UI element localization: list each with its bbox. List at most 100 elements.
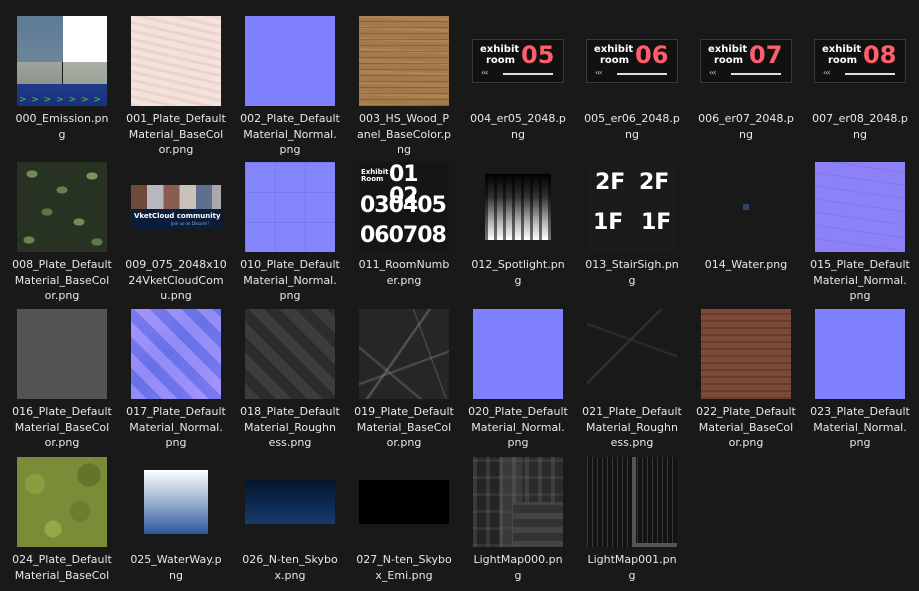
thumbnail [577,308,687,400]
thumbnail [7,161,117,253]
file-name-label: 015_Plate_Default Material_Normal. png [810,258,910,302]
exhibit-thumbnail: exhibit room 08 ‹‹‹ [814,39,906,83]
chevrons-icon: ‹‹‹ [709,68,717,77]
file-item[interactable]: 002_Plate_Default Material_Normal. png [235,10,345,156]
normal-thumbnail [245,16,335,106]
file-name-label: LightMap001.pn g [587,553,677,582]
file-item[interactable]: 022_Plate_Default Material_BaseCol or.pn… [691,303,801,449]
file-name-label: 018_Plate_Default Material_Roughn ess.pn… [240,405,340,449]
skybox-thumbnail [245,480,335,524]
thumbnail [7,456,117,548]
normal-wavy-thumbnail [815,162,905,252]
thumbnail [349,456,459,548]
floor-label: 2F [595,170,626,195]
chevrons-icon: ‹‹‹ [595,68,603,77]
file-item[interactable]: LightMap000.pn g [463,451,573,591]
exhibit-thumbnail: exhibit room 07 ‹‹‹ [700,39,792,83]
file-name-label: 002_Plate_Default Material_Normal. png [240,112,340,156]
thumbnail: Exhibit Room 01 02 030405 060708 [349,161,459,253]
file-name-label: 023_Plate_Default Material_Normal. png [810,405,910,449]
file-name-label: 009_075_2048x10 24VketCloudCom u.png [125,258,227,302]
thumbnail [235,456,345,548]
floor-label: 1F [641,210,672,235]
room-number: 05 [521,41,555,69]
file-name-label: 026_N-ten_Skybo x.png [242,553,338,582]
thumbnail [577,456,687,548]
room-word: room [714,55,744,66]
file-item[interactable]: 2F 2F 1F 1F 013_StairSigh.pn g [577,156,687,296]
file-name-label: 006_er07_2048.p ng [698,112,794,141]
file-item[interactable]: 018_Plate_Default Material_Roughn ess.pn… [235,303,345,449]
brownwood-thumbnail [701,309,791,399]
file-name-label: 013_StairSigh.pn g [585,258,679,287]
file-item[interactable]: 024_Plate_Default Material_BaseCol [7,451,117,591]
underline-bar [845,73,895,75]
file-name-label: 008_Plate_Default Material_BaseCol or.pn… [12,258,112,302]
underline-bar [617,73,667,75]
file-item[interactable]: LightMap001.pn g [577,451,687,591]
file-name-label: 022_Plate_Default Material_BaseCol or.pn… [696,405,796,449]
file-item[interactable]: exhibit room 07 ‹‹‹ 006_er07_2048.p ng [691,10,801,150]
normal-thumbnail [473,309,563,399]
thumbnail [349,15,459,107]
file-item[interactable]: > > > > > > > 000_Emission.pn g [7,10,117,150]
room-word: room [600,55,630,66]
moss-thumbnail [17,457,107,547]
chevrons-icon: ‹‹‹ [823,68,831,77]
file-item[interactable]: 015_Plate_Default Material_Normal. png [805,156,915,302]
room-row-3: 060708 [360,223,447,248]
thumbnail [7,308,117,400]
file-item[interactable]: exhibit room 05 ‹‹‹ 004_er05_2048.p ng [463,10,573,150]
file-item[interactable]: 012_Spotlight.pn g [463,156,573,296]
thumbnail [463,456,573,548]
file-item[interactable]: 021_Plate_Default Material_Roughn ess.pn… [577,303,687,449]
thumbnail [805,161,915,253]
room-number: 08 [863,41,897,69]
file-item[interactable]: VketCloud community Join us on Discord ! 0… [121,156,231,302]
file-item[interactable]: 020_Plate_Default Material_Normal. png [463,303,573,449]
thumbnail [691,161,801,253]
file-item[interactable]: 023_Plate_Default Material_Normal. png [805,303,915,449]
thumbnail: VketCloud community Join us on Discord ! [121,161,231,253]
skybox-emi-thumbnail [359,480,449,524]
thumbnail [349,308,459,400]
file-item[interactable]: exhibit room 08 ‹‹‹ 007_er08_2048.p ng [805,10,915,150]
thumbnail [121,456,231,548]
thumbnail [121,308,231,400]
floor-label: 2F [639,170,670,195]
file-item[interactable]: 014_Water.png [691,156,801,296]
file-item[interactable]: 008_Plate_Default Material_BaseCol or.pn… [7,156,117,302]
normal-grid-thumbnail [245,162,335,252]
file-name-label: 016_Plate_Default Material_BaseCol or.pn… [12,405,112,449]
file-item[interactable]: 010_Plate_Default Material_Normal. png [235,156,345,302]
file-item[interactable]: 019_Plate_Default Material_BaseCol or.pn… [349,303,459,449]
file-item[interactable]: 001_Plate_Default Material_BaseCol or.pn… [121,10,231,156]
rough-tiles-thumbnail [245,309,335,399]
file-name-label: 010_Plate_Default Material_Normal. png [240,258,340,302]
spot-thumbnail [485,174,551,240]
file-item[interactable]: 027_N-ten_Skybo x_Emi.png [349,451,459,591]
room-row-2: 030405 [360,193,447,218]
file-item[interactable]: 016_Plate_Default Material_BaseCol or.pn… [7,303,117,449]
thumbnail: 2F 2F 1F 1F [577,161,687,253]
waterway-thumbnail [144,470,208,534]
file-item[interactable]: 003_HS_Wood_P anel_BaseColor.p ng [349,10,459,156]
file-item[interactable]: 026_N-ten_Skybo x.png [235,451,345,591]
plaster-thumbnail [131,16,221,106]
file-name-label: 019_Plate_Default Material_BaseCol or.pn… [354,405,454,449]
exhibit-word: exhibit [708,44,748,55]
file-item[interactable]: 017_Plate_Default Material_Normal. png [121,303,231,449]
file-item[interactable]: exhibit room 06 ‹‹‹ 005_er06_2048.p ng [577,10,687,150]
thumbnail [691,308,801,400]
arrows-glyph: > > > > > > > [19,95,102,105]
file-item[interactable]: Exhibit Room 01 02 030405 060708 011_RoomNum… [349,156,459,296]
thumbnail [463,308,573,400]
stair-thumbnail: 2F 2F 1F 1F [587,162,677,252]
exhibit-thumbnail: exhibit room 05 ‹‹‹ [472,39,564,83]
exhibit-thumbnail: exhibit room 06 ‹‹‹ [586,39,678,83]
thumbnail: exhibit room 05 ‹‹‹ [463,15,573,107]
room-word: room [486,55,516,66]
wood-thumbnail [359,16,449,106]
file-item[interactable]: 025_WaterWay.p ng [121,451,231,591]
file-name-label: 003_HS_Wood_P anel_BaseColor.p ng [356,112,451,156]
